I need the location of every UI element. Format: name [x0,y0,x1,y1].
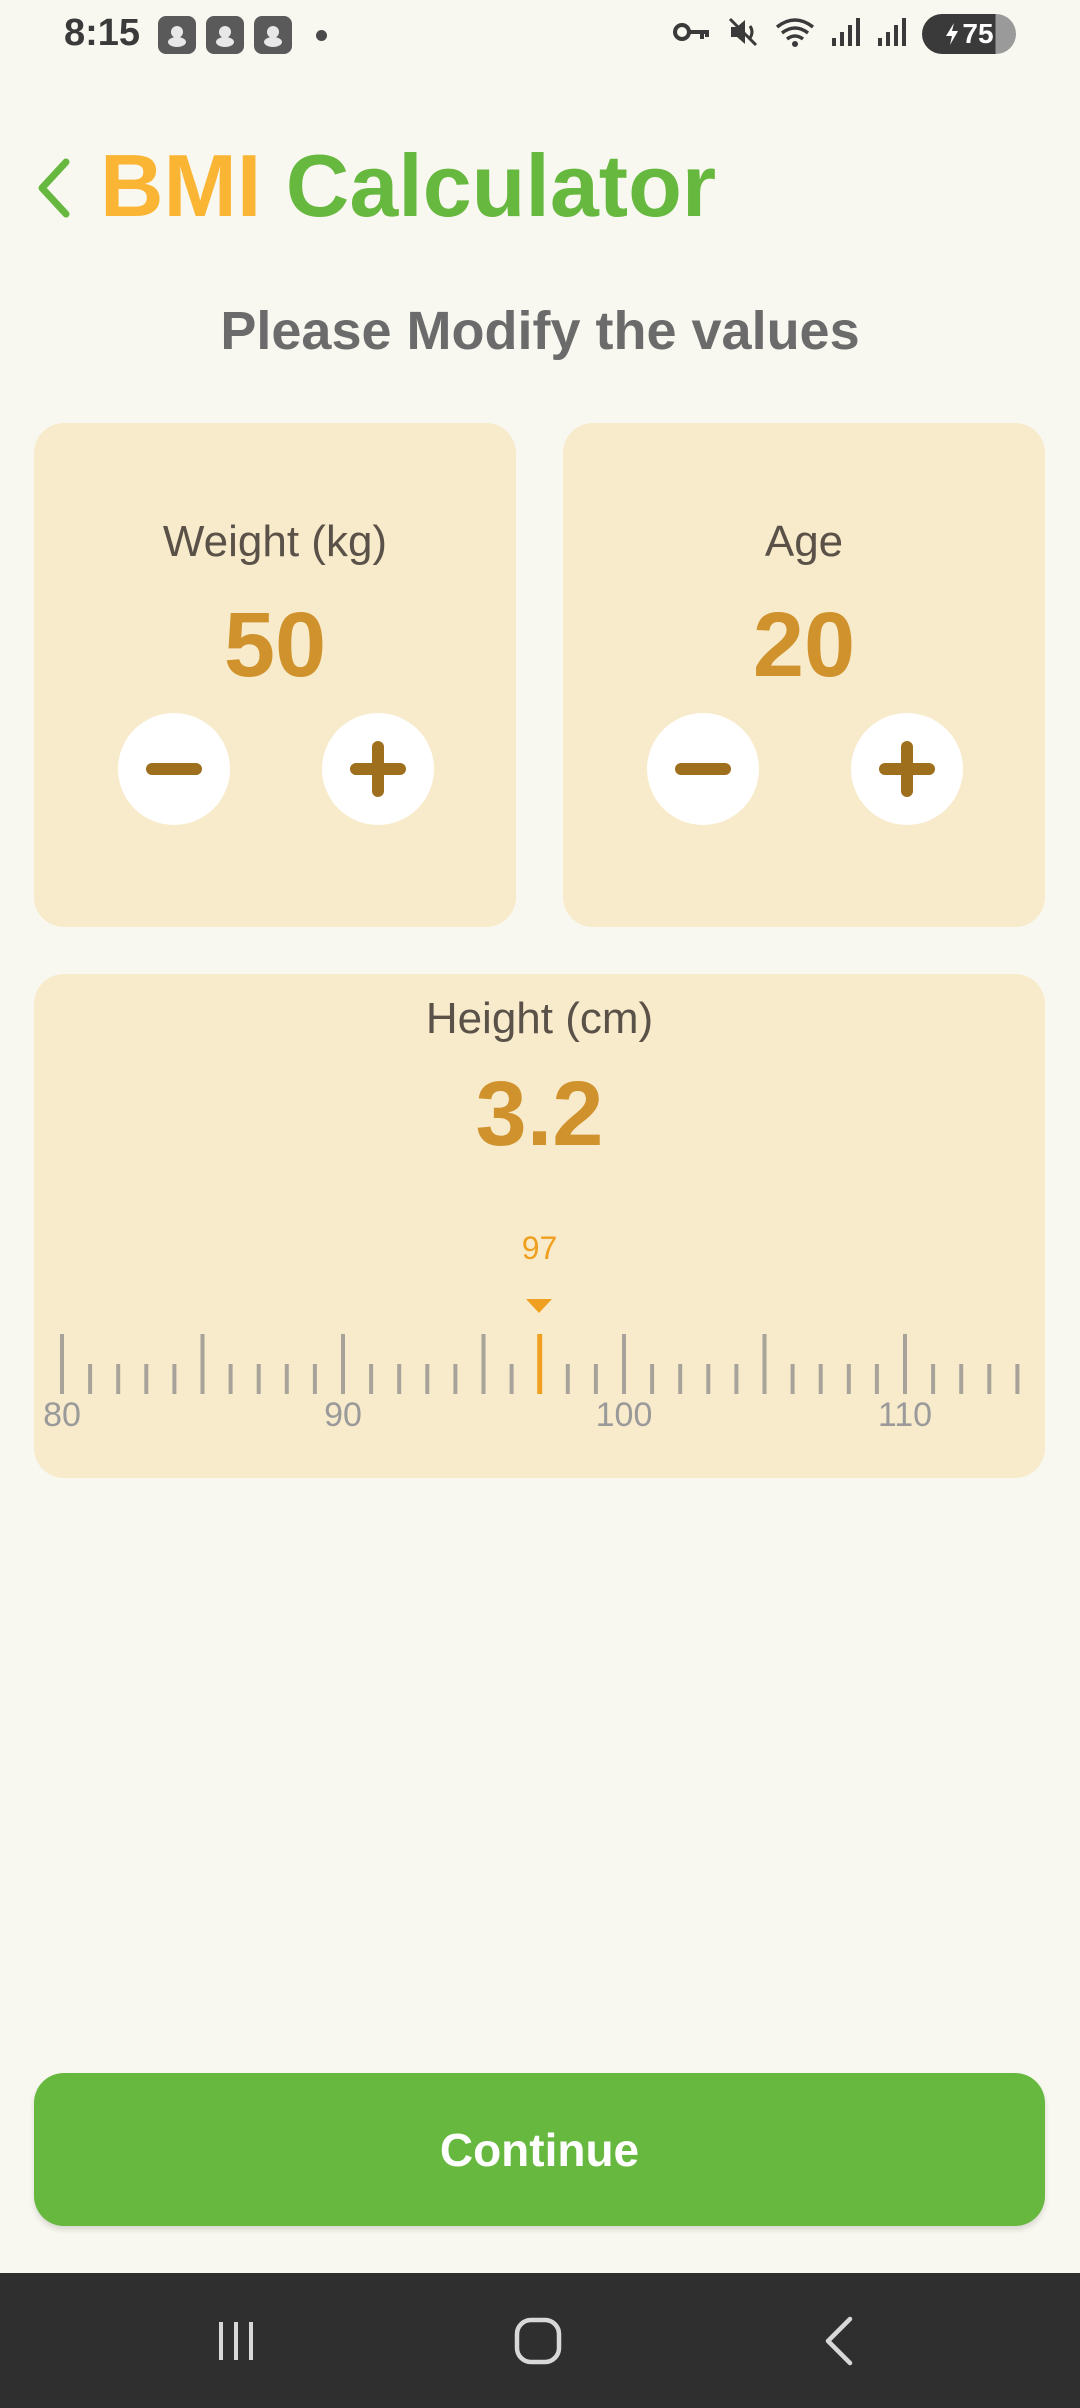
status-bar: 8:15 75 [0,0,1080,72]
weight-decrement-button[interactable] [118,713,230,825]
height-label: Height (cm) [425,994,654,1043]
age-decrement-button[interactable] [647,713,759,825]
signal-icon [876,16,908,53]
app-notification-icon [206,16,244,54]
status-time: 8:15 [64,12,141,54]
age-card: Age 20 [563,423,1045,927]
recents-button[interactable] [186,2301,286,2381]
recents-icon [219,2322,253,2360]
signal-icon [830,16,862,53]
mute-icon [726,15,760,54]
height-card: Height (cm) 3.2 97 80 90 100 110 [34,974,1045,1478]
plus-icon [350,741,406,797]
continue-button[interactable]: Continue [34,2073,1045,2226]
battery-indicator: 75 [922,14,1016,54]
notification-dot [316,29,327,41]
weight-label: Weight (kg) [162,517,388,566]
ruler-pointer-icon [526,1299,552,1313]
height-value: 3.2 [475,1063,604,1165]
weight-card: Weight (kg) 50 [34,423,516,927]
plus-icon [879,741,935,797]
height-ruler-slider[interactable]: 80 90 100 110 [34,1334,1045,1454]
age-label: Age [764,517,844,566]
age-value: 20 [752,594,856,696]
ruler-label: 100 [595,1396,653,1434]
minus-icon [675,763,731,775]
app-notification-icon [158,16,196,54]
ruler-selected-value: 97 [521,1230,558,1266]
weight-value: 50 [223,594,327,696]
ruler-ticks [60,1334,1020,1398]
subtitle: Please Modify the values [220,301,860,361]
back-button[interactable] [26,148,82,228]
battery-level: 75 [962,18,994,49]
ruler-label: 80 [43,1396,81,1434]
age-increment-button[interactable] [851,713,963,825]
page-title: BMI Calculator [100,130,716,242]
app-notification-icon [254,16,292,54]
title-bmi: BMI [100,136,262,235]
weight-increment-button[interactable] [322,713,434,825]
system-nav-bar [0,2273,1080,2408]
home-icon [514,2317,562,2365]
notification-icons [158,16,327,54]
status-icons: 75 [672,14,1016,54]
battery-charging-icon [946,23,959,45]
wifi-icon [774,15,816,54]
ruler-label: 90 [324,1396,362,1434]
chevron-left-icon [38,158,70,218]
back-icon [825,2316,853,2366]
home-button[interactable] [488,2301,588,2381]
minus-icon [146,763,202,775]
ruler-label: 110 [877,1396,933,1434]
vpn-key-icon [672,17,712,52]
system-back-button[interactable] [790,2301,890,2381]
title-calculator: Calculator [285,136,717,235]
